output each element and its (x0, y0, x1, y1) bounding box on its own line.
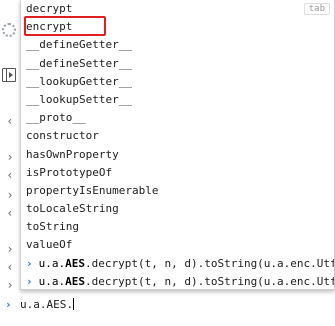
suggestion-label: encrypt (26, 20, 73, 34)
suggestion-item[interactable]: __defineGetter__ (21, 36, 334, 54)
history-prefix: u.a. (38, 256, 66, 270)
suggestion-label: isPrototypeOf (26, 165, 113, 179)
suggestion-label: decrypt (26, 2, 73, 15)
suggestion-label: __proto__ (26, 111, 86, 125)
suggestion-encrypt[interactable]: encrypt (21, 18, 334, 36)
suggestion-label: valueOf (26, 238, 73, 252)
suggestion-item[interactable]: toString (21, 218, 334, 236)
history-prefix: u.a. (38, 274, 66, 288)
tab-hint-badge: tab (303, 3, 330, 15)
history-row[interactable]: › u.a.AES.decrypt(t, n, d).toString(u.a.e… (21, 255, 334, 273)
prompt-chevron-icon: › (5, 298, 12, 311)
suggestion-decrypt[interactable]: decrypt tab (21, 0, 334, 19)
suggestion-label: __lookupSetter__ (26, 92, 132, 106)
suggestion-item[interactable]: hasOwnProperty (21, 146, 334, 164)
chevron-left-icon[interactable]: ‹ (4, 206, 16, 220)
suggestion-label: __defineSetter__ (26, 56, 132, 70)
suggestion-item[interactable]: valueOf (21, 236, 334, 254)
history-keyword: AES (65, 256, 85, 270)
console-input[interactable]: u.a.AES. (20, 296, 74, 314)
history-row[interactable]: › u.a.AES.decrypt(t, n, d).toString(u.a.e… (21, 273, 335, 289)
suggestion-item[interactable]: constructor (21, 127, 334, 145)
chevron-left-icon[interactable]: ‹ (4, 114, 16, 128)
suggestion-label: hasOwnProperty (26, 147, 119, 161)
suggestion-label: __lookupGetter__ (26, 74, 132, 88)
suggestion-item[interactable]: __defineSetter__ (21, 55, 334, 73)
history-keyword: AES (65, 274, 85, 288)
suggestion-label: propertyIsEnumerable (26, 183, 159, 197)
chevron-right-icon[interactable]: › (4, 150, 16, 164)
history-rest: .decrypt(t, n, d).toString(u.a.enc.Utf8)… (85, 274, 335, 288)
suggestion-item[interactable]: __lookupSetter__ (21, 91, 334, 109)
text-caret (72, 298, 74, 310)
suggestion-label: toLocaleString (26, 202, 119, 216)
devtools-console: ‹ › ‹ › ‹ › ‹ › decrypt tab encrypt __de… (0, 0, 335, 326)
autocomplete-dropdown: decrypt tab encrypt __defineGetter__ __d… (20, 0, 335, 290)
console-next-row (0, 314, 335, 326)
console-input-text: u.a.AES. (20, 298, 73, 311)
suggestion-label: constructor (26, 129, 99, 143)
chevron-left-icon[interactable]: ‹ (4, 168, 16, 182)
expand-chevron-icon[interactable]: › (26, 257, 33, 270)
suggestion-item[interactable]: isPrototypeOf (21, 164, 334, 182)
sidebar-toggle-icon[interactable] (2, 68, 16, 82)
chevron-right-icon[interactable]: › (4, 242, 16, 256)
suggestion-item[interactable]: __lookupGetter__ (21, 73, 334, 91)
history-rest: .decrypt(t, n, d).toString(u.a.enc.Utf8) (85, 256, 335, 270)
console-gutter: ‹ › ‹ › ‹ › ‹ › (0, 0, 20, 326)
expand-chevron-icon[interactable]: › (26, 275, 33, 288)
chevron-left-icon[interactable]: ‹ (4, 260, 16, 274)
settings-gear-icon[interactable] (2, 23, 16, 37)
suggestion-item[interactable]: propertyIsEnumerable (21, 182, 334, 200)
suggestion-label: toString (26, 220, 79, 234)
console-input-row[interactable]: › u.a.AES. (0, 296, 335, 314)
suggestion-item[interactable]: toLocaleString (21, 200, 334, 218)
chevron-right-icon[interactable]: › (4, 188, 16, 202)
suggestion-label: __defineGetter__ (26, 38, 132, 52)
suggestion-item[interactable]: __proto__ (21, 109, 334, 127)
chevron-right-icon[interactable]: › (4, 278, 16, 292)
